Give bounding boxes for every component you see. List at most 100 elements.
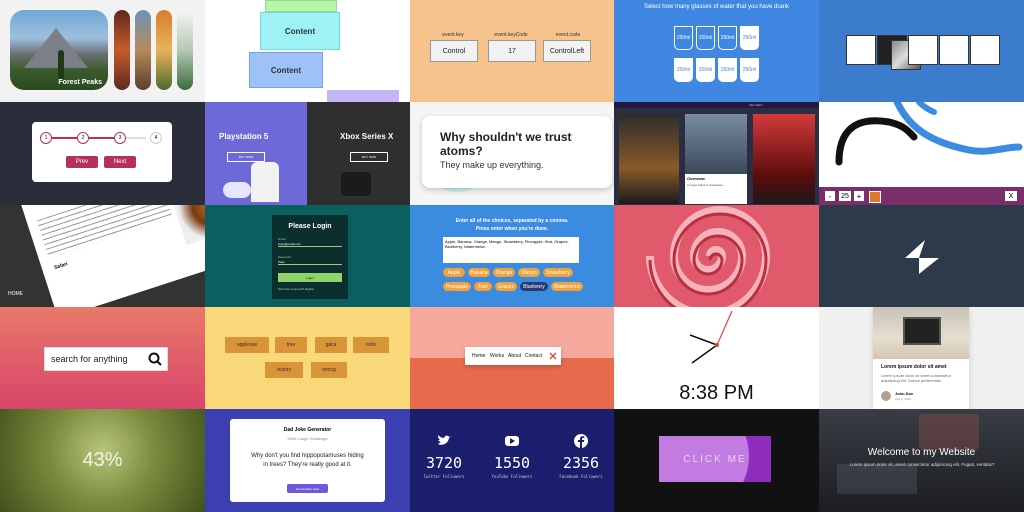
expanded-card[interactable]: Forest Peaks <box>10 10 108 90</box>
drawing-canvas[interactable] <box>819 102 1024 187</box>
word-box[interactable]: victory <box>265 362 303 378</box>
avatar <box>881 391 891 401</box>
joke-answer: They make up everything. <box>440 160 544 170</box>
register-link[interactable]: Don't have an account? Register <box>278 288 314 291</box>
loading-percent: 43% <box>82 449 123 471</box>
keycode-value: 17 <box>488 40 536 62</box>
nav-home[interactable]: Home <box>472 353 485 359</box>
search-box: search for anything <box>44 347 168 371</box>
content-card-top: Content <box>260 12 340 50</box>
movie-app-tile: Star Wars Overview A rogue band of resis… <box>614 102 819 205</box>
tree-shape <box>58 50 64 80</box>
next-button[interactable]: Next <box>104 156 136 168</box>
dad-joke-bubble-tile: Why shouldn't we trust atoms? They make … <box>410 102 614 205</box>
choice-chip: Mango <box>518 268 540 277</box>
youtube-count: 1550 <box>493 454 531 472</box>
facebook-label: Facebook Followers <box>559 474 603 479</box>
code-value: ControlLeft <box>543 40 591 62</box>
word-box[interactable]: applesee <box>225 337 269 353</box>
password-label: Password <box>278 255 292 259</box>
clear-button[interactable]: X <box>1005 191 1017 201</box>
login-button[interactable]: Login <box>278 273 342 282</box>
water-cup[interactable]: 250ml <box>740 26 759 50</box>
card-title: Lorem ipsum dolor sit amet <box>881 364 947 370</box>
water-cup[interactable]: 250ml <box>696 58 715 82</box>
click-me-button[interactable]: CLICK ME <box>659 436 771 482</box>
search-icon[interactable] <box>148 352 162 366</box>
collapsed-card[interactable] <box>135 10 151 90</box>
background-sign <box>919 414 979 450</box>
expanding-cards-tile[interactable]: Forest Peaks <box>0 0 205 102</box>
green-card <box>265 0 337 12</box>
joke-card: Dad Joke Generator Sixth Laugh Challenge… <box>230 419 385 502</box>
get-joke-button[interactable]: Get Another Joke <box>287 484 328 493</box>
mountain-shape <box>24 28 88 68</box>
water-cup[interactable]: 250ml <box>696 26 715 50</box>
prev-button[interactable]: Prev <box>66 156 98 168</box>
step-circle: 4 <box>150 132 162 144</box>
login-form-tile: Please Login Email login@email.com Passw… <box>205 205 410 307</box>
keycodes-tile: event.key event.keyCode event.code Contr… <box>410 0 614 102</box>
project-gallery: Forest Peaks Content Content event.key e… <box>0 0 1024 512</box>
collapsed-card[interactable] <box>177 10 193 90</box>
controller-image <box>223 182 251 198</box>
search-input[interactable]: search for anything <box>51 354 128 364</box>
landing-hero-tile: Welcome to my Website Lorem ipsum dolor … <box>819 409 1024 512</box>
water-cup[interactable]: 250ml <box>718 58 737 82</box>
home-nav-link[interactable]: HOME <box>8 291 23 297</box>
choice-chip: Watermelon <box>551 282 583 291</box>
code-header: event.code <box>555 32 581 38</box>
email-field[interactable]: login@email.com <box>278 242 342 247</box>
word-box[interactable]: todo <box>353 337 389 353</box>
xbox-buy-button[interactable]: BUY NOW <box>350 152 388 162</box>
water-cup[interactable]: 250ml <box>718 26 737 50</box>
movie-poster[interactable] <box>753 114 815 204</box>
water-cup[interactable]: 250ml <box>674 58 693 82</box>
size-value: 25 <box>839 191 851 201</box>
nav-works[interactable]: Works <box>490 353 504 359</box>
word-box[interactable]: tree <box>275 337 307 353</box>
empty-box[interactable] <box>846 35 876 65</box>
hero-title: Welcome to my Website <box>867 447 976 458</box>
empty-box[interactable] <box>970 35 1000 65</box>
spiral-graphic <box>646 206 771 307</box>
empty-box[interactable] <box>908 35 938 65</box>
login-card: Please Login Email login@email.com Passw… <box>272 215 348 299</box>
random-picker-tile: Enter all of the choices, separated by a… <box>410 205 614 307</box>
header-label: Star Wars <box>749 103 763 107</box>
article-image <box>168 205 205 246</box>
close-icon[interactable] <box>549 352 557 360</box>
empty-box[interactable] <box>939 35 969 65</box>
water-cup[interactable]: 250ml <box>740 58 759 82</box>
article-heading: Safari <box>53 261 69 272</box>
laptop-image <box>873 307 969 359</box>
nav-about[interactable]: About <box>508 353 521 359</box>
ps5-buy-button[interactable]: BUY NOW <box>227 152 265 162</box>
hour-hand <box>691 344 718 364</box>
choice-chip: Strawberry <box>543 268 573 277</box>
water-cup[interactable]: 250ml <box>674 26 693 50</box>
collapsed-card[interactable] <box>156 10 172 90</box>
increase-button[interactable]: + <box>854 191 864 201</box>
decrease-button[interactable]: - <box>825 191 835 201</box>
movie-poster[interactable] <box>685 114 747 174</box>
color-picker[interactable] <box>869 191 881 203</box>
controller-image <box>341 172 371 196</box>
second-hand <box>716 310 733 346</box>
password-field[interactable]: Pass <box>278 260 342 265</box>
choices-textarea[interactable]: Apple, Banana, Orange, Mango, Strawberry… <box>443 237 579 263</box>
choice-chip: Apple <box>443 268 465 277</box>
keycode-header: event.keyCode <box>494 32 528 38</box>
joke-generator-tile: Dad Joke Generator Sixth Laugh Challenge… <box>205 409 410 512</box>
word-box[interactable]: wrong <box>311 362 347 378</box>
ps5-title: Playstation 5 <box>219 132 269 141</box>
step-circle: 3 <box>114 132 126 144</box>
collapsed-card[interactable] <box>114 10 130 90</box>
joke-text: Why don't you find hippopotamuses hiding… <box>251 453 364 468</box>
xbox-title: Xbox Series X <box>340 132 394 141</box>
word-box[interactable]: gaca <box>315 337 347 353</box>
movie-poster[interactable] <box>619 114 679 204</box>
laptop-screen <box>903 317 941 345</box>
logo-icon <box>905 240 939 274</box>
nav-contact[interactable]: Contact <box>525 353 542 359</box>
